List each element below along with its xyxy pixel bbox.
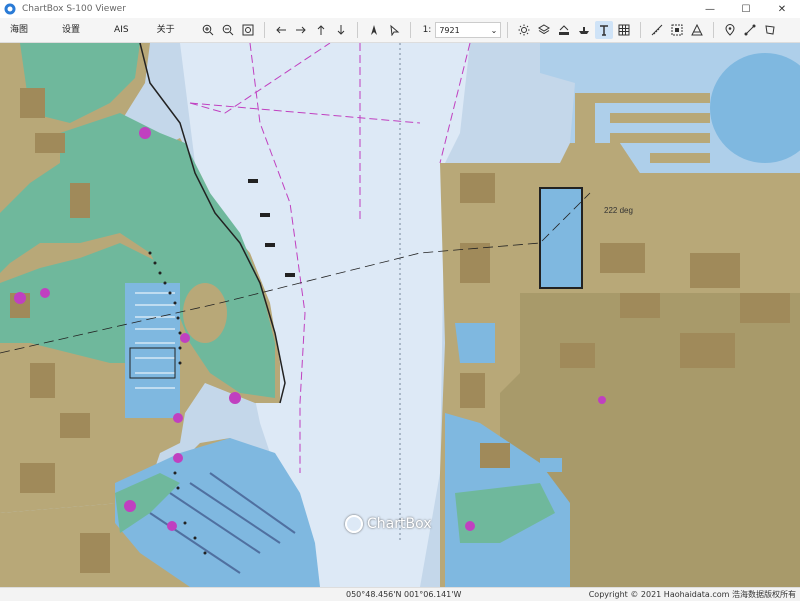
depth-icon[interactable] <box>555 21 573 39</box>
watermark-text: ChartBox <box>367 516 432 532</box>
arrow-right-icon[interactable] <box>292 21 310 39</box>
arrow-down-icon[interactable] <box>332 21 350 39</box>
scale-select[interactable]: 7921 ⌄ <box>435 22 502 38</box>
bearing-label: 222 deg <box>604 206 633 215</box>
dock-basin <box>539 187 583 289</box>
day-night-icon[interactable] <box>515 21 533 39</box>
grid-icon[interactable] <box>615 21 633 39</box>
route-icon[interactable] <box>741 21 759 39</box>
zoom-extent-icon[interactable] <box>239 21 257 39</box>
scale-prefix: 1: <box>422 25 432 35</box>
menu-chart[interactable]: 海图 <box>0 18 39 42</box>
zoom-out-icon[interactable] <box>219 21 237 39</box>
menu-about[interactable]: 关于 <box>146 18 186 42</box>
chartbox-watermark: ChartBox <box>345 515 432 533</box>
chart-select-icon[interactable] <box>688 21 706 39</box>
menu-settings[interactable]: 设置 <box>51 18 91 42</box>
zoom-in-icon[interactable] <box>199 21 217 39</box>
menu-ais[interactable]: AIS <box>103 18 140 42</box>
course-up-icon[interactable] <box>385 21 403 39</box>
maximize-button[interactable]: ☐ <box>728 0 764 18</box>
toolbar: 海图 设置 AIS 关于 1: 7921 ⌄ <box>0 18 800 43</box>
cursor-coordinates: 050°48.456'N 001°06.141'W <box>346 590 462 599</box>
north-up-icon[interactable] <box>365 21 383 39</box>
arrow-up-icon[interactable] <box>312 21 330 39</box>
app-logo-icon <box>4 3 16 15</box>
marina-west <box>125 283 180 418</box>
measure-icon[interactable] <box>648 21 666 39</box>
status-bar: 050°48.456'N 001°06.141'W Copyright © 20… <box>0 587 800 601</box>
area-select-icon[interactable] <box>668 21 686 39</box>
arrow-left-icon[interactable] <box>272 21 290 39</box>
scale-value: 7921 <box>439 25 460 35</box>
nautical-chart[interactable]: 222 deg <box>0 43 800 587</box>
minimize-button[interactable]: — <box>692 0 728 18</box>
layers-icon[interactable] <box>535 21 553 39</box>
island <box>183 283 227 343</box>
small-dock <box>455 323 495 363</box>
text-icon[interactable] <box>595 21 614 39</box>
chartbox-logo-icon <box>345 515 363 533</box>
chart-view[interactable]: 222 deg <box>0 43 800 587</box>
close-button[interactable]: ✕ <box>764 0 800 18</box>
polygon-icon[interactable] <box>761 21 779 39</box>
waypoint-icon[interactable] <box>721 21 739 39</box>
chevron-down-icon: ⌄ <box>490 25 498 35</box>
small-basin-se <box>540 458 562 472</box>
copyright-notice: Copyright © 2021 Haohaidata.com 浩海数据版权所有 <box>588 590 796 599</box>
vessel-icon[interactable] <box>575 21 593 39</box>
window-title: ChartBox S-100 Viewer <box>22 4 126 14</box>
title-bar: ChartBox S-100 Viewer — ☐ ✕ <box>0 0 800 18</box>
